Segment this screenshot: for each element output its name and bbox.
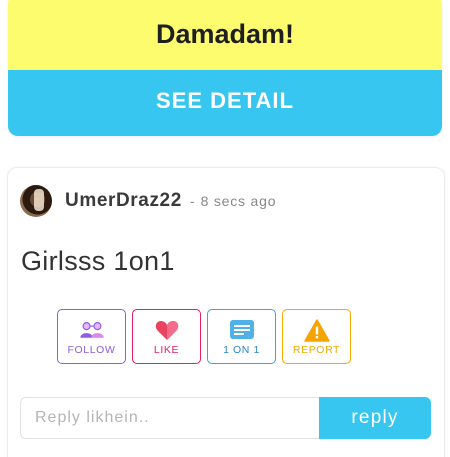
one-on-one-button[interactable]: 1 ON 1	[207, 309, 276, 364]
follow-button[interactable]: FOLLOW	[57, 309, 126, 364]
separator: -	[189, 193, 195, 209]
username[interactable]: UmerDraz22	[65, 190, 182, 212]
promo-banner: Damadam!	[8, 0, 442, 70]
reply-row: reply	[20, 397, 431, 439]
promo-title: Damadam!	[155, 19, 295, 49]
reply-button[interactable]: reply	[319, 397, 431, 439]
follow-label: FOLLOW	[67, 344, 116, 356]
chat-icon	[228, 318, 256, 342]
page: Damadam! SEE DETAIL UmerDraz22 - 8 secs …	[0, 0, 450, 457]
one-on-one-label: 1 ON 1	[223, 344, 260, 356]
heart-icon	[153, 318, 181, 342]
like-label: LIKE	[153, 344, 180, 356]
avatar[interactable]	[20, 185, 52, 217]
see-detail-button[interactable]: SEE DETAIL	[8, 70, 442, 136]
promo-card: Damadam! SEE DETAIL	[8, 0, 442, 136]
report-button[interactable]: REPORT	[282, 309, 351, 364]
post-header: UmerDraz22 - 8 secs ago	[20, 183, 276, 219]
follow-icon	[78, 318, 106, 342]
see-detail-label: SEE DETAIL	[156, 88, 294, 113]
post-card: UmerDraz22 - 8 secs ago Girlsss 1on1 FOL…	[7, 167, 445, 457]
post-actions: FOLLOW LIKE 1 ON 1 REPORT	[57, 309, 351, 364]
post-text: Girlsss 1on1	[21, 246, 175, 276]
report-label: REPORT	[292, 344, 341, 356]
warning-icon	[303, 318, 331, 342]
like-button[interactable]: LIKE	[132, 309, 201, 364]
post-time: 8 secs ago	[200, 193, 277, 209]
reply-input[interactable]	[20, 397, 319, 439]
